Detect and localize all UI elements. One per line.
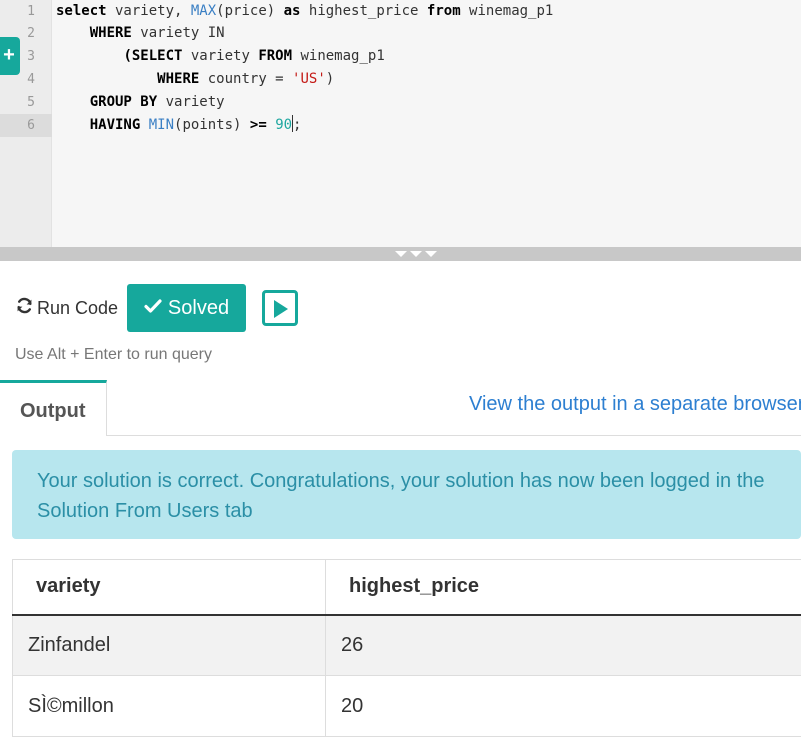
code-line-5: GROUP BY variety bbox=[56, 91, 225, 114]
checkmark-icon bbox=[144, 297, 162, 320]
code-token: variety bbox=[182, 48, 259, 64]
table-cell: 26 bbox=[325, 614, 801, 676]
code-line-4: WHERE country = 'US') bbox=[56, 68, 334, 91]
code-token: highest_price bbox=[300, 3, 427, 19]
table-row: Zinfandel 26 bbox=[12, 614, 801, 676]
code-token: FROM bbox=[258, 48, 293, 64]
code-token: as bbox=[283, 3, 301, 19]
code-token: 90 bbox=[275, 117, 293, 133]
refresh-icon bbox=[16, 297, 33, 319]
code-token: 'US' bbox=[292, 71, 326, 87]
result-table: variety highest_price Zinfandel 26 SÌ©mi… bbox=[12, 559, 801, 737]
solved-label: Solved bbox=[167, 296, 230, 319]
code-token: ) bbox=[325, 71, 335, 87]
table-cell: SÌ©millon bbox=[12, 675, 326, 737]
run-code-label: Run Code bbox=[37, 297, 119, 318]
sql-editor[interactable]: 1 2 3 4 5 6 + select variety, MAX(price)… bbox=[0, 0, 801, 247]
code-token: >= bbox=[249, 117, 267, 133]
line-number: 1 bbox=[27, 4, 35, 19]
code-token: MAX bbox=[190, 3, 217, 19]
code-token: (points) bbox=[174, 117, 250, 133]
code-token: (SELECT bbox=[123, 48, 183, 64]
code-token: winemag_p1 bbox=[460, 3, 554, 19]
table-row: SÌ©millon 20 bbox=[12, 675, 801, 737]
solved-button[interactable]: Solved bbox=[127, 284, 246, 332]
code-token: MIN bbox=[148, 117, 175, 133]
column-header-variety: variety bbox=[12, 559, 326, 616]
column-header-highest-price: highest_price bbox=[325, 559, 801, 616]
run-shortcut-hint: Use Alt + Enter to run query bbox=[15, 346, 212, 363]
code-token: WHERE bbox=[89, 25, 132, 41]
play-button[interactable] bbox=[262, 290, 298, 326]
code-line-3: (SELECT variety FROM winemag_p1 bbox=[56, 45, 385, 68]
table-header-row: variety highest_price bbox=[12, 559, 801, 616]
view-output-separate-tab-link[interactable]: View the output in a separate browser ta… bbox=[469, 393, 801, 416]
expand-side-tab[interactable]: + bbox=[0, 37, 20, 75]
run-code-button[interactable]: Run Code bbox=[16, 297, 118, 319]
code-token: from bbox=[426, 3, 461, 19]
line-number: 5 bbox=[27, 95, 35, 110]
table-cell: Zinfandel bbox=[12, 614, 326, 676]
code-line-1: select variety, MAX(price) as highest_pr… bbox=[56, 0, 553, 23]
code-token: winemag_p1 bbox=[292, 48, 385, 64]
code-token: WHERE bbox=[157, 71, 200, 87]
code-token: variety bbox=[157, 94, 225, 110]
tab-output[interactable]: Output bbox=[0, 380, 107, 436]
code-token: variety, bbox=[106, 3, 191, 19]
code-token: country = bbox=[199, 71, 293, 87]
code-token: variety IN bbox=[131, 25, 225, 41]
editor-resize-handle[interactable] bbox=[0, 247, 801, 261]
code-line-6: HAVING MIN(points) >= 90; bbox=[56, 114, 301, 137]
code-line-2: WHERE variety IN bbox=[56, 22, 225, 45]
code-token: GROUP BY bbox=[89, 94, 158, 110]
code-token: (price) bbox=[216, 3, 284, 19]
play-icon bbox=[274, 300, 288, 318]
line-number: 6 bbox=[27, 118, 35, 133]
success-alert: Your solution is correct. Congratulation… bbox=[12, 450, 801, 539]
code-token: select bbox=[56, 3, 107, 19]
resize-grip-icon bbox=[395, 251, 437, 257]
code-token: ; bbox=[293, 117, 302, 133]
code-token: HAVING bbox=[89, 117, 141, 133]
table-cell: 20 bbox=[325, 675, 801, 737]
